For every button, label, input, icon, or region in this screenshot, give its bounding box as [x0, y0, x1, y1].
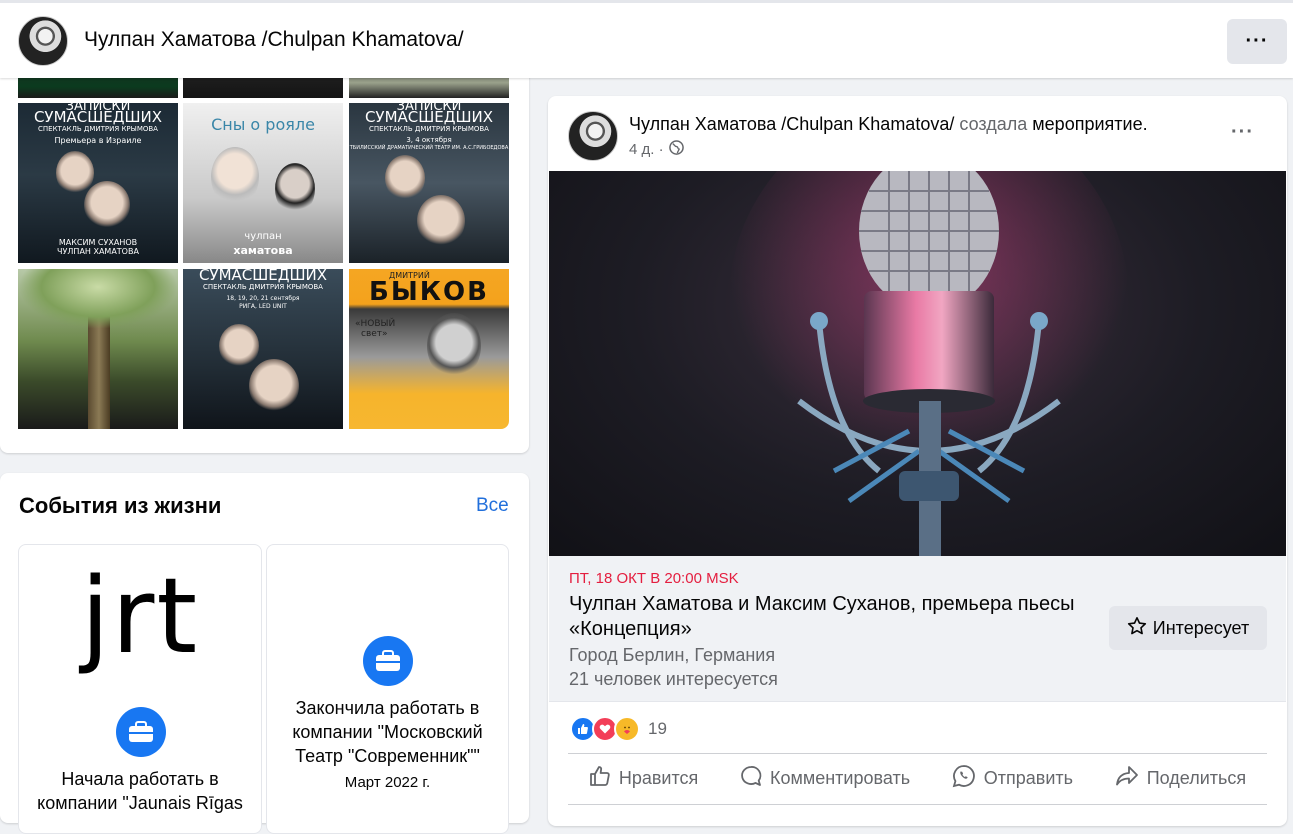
- poster-face: [211, 147, 259, 207]
- poster-line: Премьера в Израиле: [54, 136, 142, 145]
- event-info-panel[interactable]: ПТ, 18 ОКТ В 20:00 MSK Чулпан Хаматова и…: [549, 556, 1286, 702]
- life-event-text: Начала работать в компании "Jaunais Rīga…: [37, 769, 243, 813]
- post-object-link[interactable]: мероприятие.: [1032, 114, 1147, 134]
- event-name[interactable]: Чулпан Хаматова и Максим Суханов, премье…: [569, 592, 1089, 642]
- poster-line: ЧУЛПАН ХАМАТОВА: [57, 247, 139, 256]
- send-label: Отправить: [983, 768, 1074, 788]
- poster-face: [417, 195, 465, 247]
- divider: [568, 804, 1267, 805]
- poster-line: «НОВЫЙ: [355, 319, 396, 329]
- post-more-button[interactable]: ···: [1231, 121, 1254, 144]
- poster-face: [219, 324, 259, 368]
- poster-face: [84, 181, 130, 229]
- life-event-item[interactable]: Закончила работать в компании "Московски…: [266, 544, 509, 834]
- briefcase-icon: [116, 707, 166, 757]
- poster-line: СПЕКТАКЛЬ ДМИТРИЯ КРЫМОВА: [38, 125, 158, 133]
- poster-line: МАКСИМ СУХАНОВ: [58, 238, 138, 247]
- reactions-summary[interactable]: 19: [570, 716, 667, 742]
- profile-name[interactable]: Чулпан Хаматова /Chulpan Khamatova/: [84, 28, 464, 52]
- photo-tile[interactable]: ЗАПИСКИ СУМАСШЕДШИХ СПЕКТАКЛЬ ДМИТРИЯ КР…: [349, 103, 509, 263]
- share-button[interactable]: Поделиться: [1115, 765, 1246, 792]
- interested-button-label: Интересует: [1152, 617, 1250, 638]
- event-cover-image[interactable]: [549, 171, 1286, 556]
- post-action: создала: [959, 114, 1028, 134]
- reactions-count: 19: [648, 719, 667, 738]
- profile-avatar[interactable]: [18, 16, 68, 66]
- poster-line: свет»: [361, 329, 388, 339]
- life-events-card: События из жизни Все jrt Начала работать…: [0, 473, 529, 834]
- poster-line: РИГА, LED UNIT: [239, 303, 287, 310]
- globe-icon: [668, 140, 684, 159]
- poster-face: [275, 163, 315, 215]
- photo-tile[interactable]: ДМИТРИЙ БЫКОВ «НОВЫЙ свет»: [349, 269, 509, 429]
- poster-title: БЫКОВ: [369, 277, 489, 307]
- more-options-button[interactable]: ···: [1227, 19, 1287, 64]
- life-events-title: События из жизни: [19, 493, 222, 518]
- tree-crown: [18, 269, 178, 329]
- like-button[interactable]: Нравится: [589, 765, 698, 792]
- poster-face: [249, 359, 299, 413]
- poster-line: СПЕКТАКЛЬ ДМИТРИЯ КРЫМОВА: [369, 125, 489, 133]
- photo-tile[interactable]: ЗАПИСКИ СУМАСШЕДШИХ СПЕКТАКЛЬ ДМИТРИЯ КР…: [18, 103, 178, 263]
- photos-card: ЗАПИСКИ СУМАСШЕДШИХ СПЕКТАКЛЬ ДМИТРИЯ КР…: [0, 60, 529, 453]
- care-reaction-icon: [614, 716, 640, 742]
- post-card: Чулпан Хаматова /Chulpan Khamatova/ созд…: [548, 96, 1287, 826]
- poster-subtitle: СУМАСШЕДШИХ: [33, 108, 163, 126]
- life-event-date: Март 2022 г.: [344, 774, 431, 791]
- poster-line: хаматова: [233, 244, 293, 257]
- interested-button[interactable]: Интересует: [1109, 606, 1267, 650]
- life-event-item[interactable]: jrt Начала работать в компании "Jaunais …: [18, 544, 262, 834]
- comment-button[interactable]: Комментировать: [740, 765, 910, 792]
- event-interested-count: 21 человек интересуется: [569, 669, 778, 689]
- comment-icon: [740, 765, 762, 792]
- whatsapp-icon: [952, 764, 976, 793]
- poster-title: Сны о рояле: [211, 115, 315, 134]
- poster-title: СУМАСШЕДШИХ: [198, 269, 328, 284]
- author-avatar[interactable]: [568, 111, 618, 161]
- see-all-link[interactable]: Все: [476, 495, 509, 517]
- divider: [568, 753, 1267, 754]
- poster-line: чулпан: [244, 231, 282, 242]
- send-button[interactable]: Отправить: [952, 764, 1073, 793]
- poster-line: СПЕКТАКЛЬ ДМИТРИЯ КРЫМОВА: [203, 283, 323, 291]
- poster-face: [56, 151, 94, 195]
- profile-top-bar: Чулпан Хаматова /Chulpan Khamatova/ ···: [0, 0, 1293, 78]
- life-event-text: Закончила работать в компании "Московски…: [292, 698, 483, 766]
- share-label: Поделиться: [1146, 768, 1247, 788]
- post-time[interactable]: 4 д. ·: [629, 141, 664, 158]
- star-icon: [1127, 616, 1147, 641]
- event-location: Город Берлин, Германия: [569, 645, 776, 665]
- poster-line: 3, 4 октября: [406, 136, 452, 144]
- poster-face: [427, 313, 481, 379]
- thumbs-up-icon: [589, 765, 611, 792]
- poster-line: 18, 19, 20, 21 сентября: [226, 295, 300, 302]
- company-logo: jrt: [80, 555, 200, 677]
- poster-subtitle: СУМАСШЕДШИХ: [364, 108, 494, 126]
- post-header: Чулпан Хаматова /Chulpan Khamatova/ созд…: [629, 114, 1148, 135]
- comment-label: Комментировать: [769, 768, 911, 788]
- post-meta: 4 д. ·: [629, 140, 684, 159]
- event-datetime: ПТ, 18 ОКТ В 20:00 MSK: [569, 570, 739, 587]
- post-actions-bar: Нравится Комментировать Отправить Подели…: [568, 756, 1267, 801]
- like-label: Нравится: [618, 768, 699, 788]
- poster-face: [385, 155, 425, 201]
- briefcase-icon: [363, 636, 413, 686]
- microphone-illustration: [729, 171, 1129, 556]
- photo-tile[interactable]: СУМАСШЕДШИХ СПЕКТАКЛЬ ДМИТРИЯ КРЫМОВА 18…: [183, 269, 343, 429]
- share-arrow-icon: [1115, 765, 1139, 792]
- poster-line: ТБИЛИССКИЙ ДРАМАТИЧЕСКИЙ ТЕАТР ИМ. А.С.Г…: [349, 145, 509, 151]
- photo-tile[interactable]: Сны о рояле чулпан хаматова: [183, 103, 343, 263]
- author-name[interactable]: Чулпан Хаматова /Chulpan Khamatova/: [629, 114, 954, 134]
- photo-tile[interactable]: [18, 269, 178, 429]
